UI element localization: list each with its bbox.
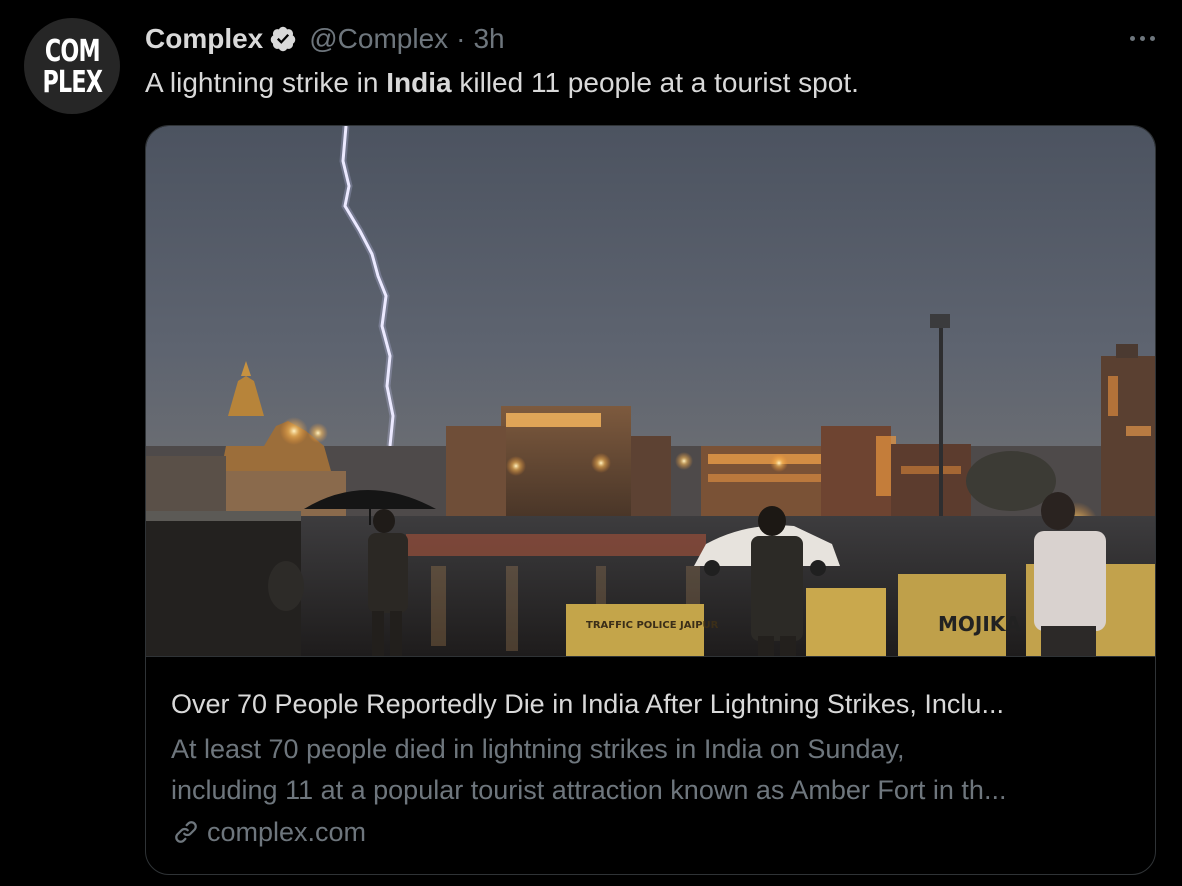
handle[interactable]: @Complex (309, 23, 448, 55)
tweet[interactable]: COM PLEX Complex @Complex · 3h A lightni… (0, 0, 1182, 886)
link-card[interactable]: TRAFFIC POLICE JAIPUR MOJIKA Over 70 Peo… (145, 125, 1156, 875)
tweet-text-end: killed 11 people at a tourist spot. (451, 67, 859, 98)
card-title[interactable]: Over 70 People Reportedly Die in India A… (171, 686, 1131, 722)
tweet-text-bold: India (386, 67, 452, 98)
card-description: At least 70 people died in lightning str… (171, 729, 1131, 811)
link-icon (171, 817, 201, 847)
more-horizontal-icon[interactable] (1122, 26, 1162, 50)
logo-line-2: PLEX (42, 64, 102, 100)
tweet-header: Complex @Complex · 3h (145, 20, 505, 58)
tweet-text-start: A lightning strike in (145, 67, 387, 98)
separator: · (456, 23, 466, 54)
complex-logo: COM PLEX (42, 36, 102, 98)
sign-text-traffic: TRAFFIC POLICE JAIPUR (586, 620, 719, 631)
card-image: TRAFFIC POLICE JAIPUR MOJIKA (146, 126, 1155, 656)
card-domain-text: complex.com (207, 817, 367, 847)
verified-badge-icon (269, 25, 297, 53)
timestamp[interactable]: 3h (473, 23, 504, 55)
display-name[interactable]: Complex (145, 23, 263, 55)
card-divider (146, 656, 1155, 657)
card-domain[interactable]: complex.com (171, 814, 366, 850)
card-description-line-1: At least 70 people died in lightning str… (171, 734, 905, 764)
avatar[interactable]: COM PLEX (24, 18, 120, 114)
card-description-line-2: including 11 at a popular tourist attrac… (171, 775, 1007, 805)
logo-line-1: COM (44, 33, 100, 69)
sign-text-mojika: MOJIKA (938, 612, 1021, 636)
tweet-text: A lightning strike in India killed 11 pe… (145, 64, 859, 102)
